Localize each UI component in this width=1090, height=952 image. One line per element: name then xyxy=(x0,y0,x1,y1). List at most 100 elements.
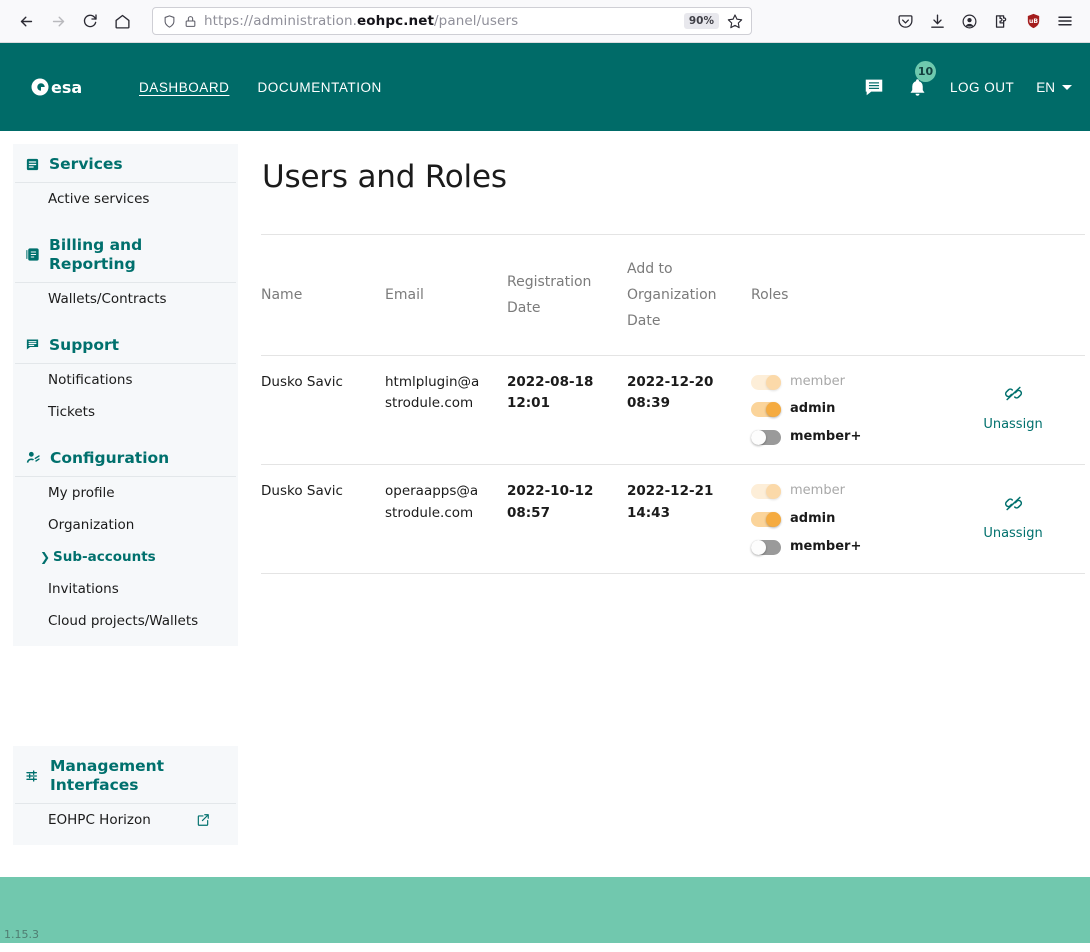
toggle-knob xyxy=(766,511,781,527)
forward-button[interactable] xyxy=(42,5,74,37)
role-toggle-admin[interactable]: admin xyxy=(751,509,941,530)
table-header-row: Name Email Registration Date Add to Orga… xyxy=(261,235,1085,356)
browser-actions: uB xyxy=(890,6,1080,36)
sliders-settings-icon xyxy=(25,768,41,784)
broken-link-icon xyxy=(1003,494,1024,521)
cell-roles: member admin member+ xyxy=(751,464,949,575)
main-content: Users and Roles Name Email Registration … xyxy=(238,131,1090,877)
pocket-icon[interactable] xyxy=(890,6,920,36)
sidebar-card-management: Management Interfaces EOHPC Horizon xyxy=(13,746,238,845)
notification-bell[interactable]: 10 xyxy=(907,60,936,99)
configuration-user-icon xyxy=(25,450,41,466)
account-circle-icon[interactable] xyxy=(954,6,984,36)
toggle-switch[interactable] xyxy=(751,374,781,390)
chevron-right-icon: ❯ xyxy=(40,550,51,565)
sidebar-item-sub-accounts[interactable]: ❯ Sub-accounts xyxy=(13,541,238,573)
toggle-knob xyxy=(766,402,781,418)
hamburger-menu-icon[interactable] xyxy=(1050,6,1080,36)
sidebar-item-label: Sub-accounts xyxy=(53,549,156,566)
extension-puzzle-icon[interactable] xyxy=(986,6,1016,36)
broken-link-icon xyxy=(1003,384,1024,411)
padlock-icon[interactable] xyxy=(184,15,197,28)
sidebar-section-configuration[interactable]: Configuration xyxy=(15,438,236,478)
role-toggle-member[interactable]: member xyxy=(751,372,941,393)
star-icon[interactable] xyxy=(725,11,745,31)
sidebar-item-label: EOHPC Horizon xyxy=(48,811,151,828)
cell-add-to-organization-date: 2022-12-20 08:39 xyxy=(627,355,751,466)
tracking-shield-icon[interactable] xyxy=(162,14,177,29)
sidebar-card-main: Services Active services Billing and Rep… xyxy=(13,144,238,647)
sidebar-section-title: Services xyxy=(49,155,123,173)
zoom-level-badge[interactable]: 90% xyxy=(683,13,719,29)
role-label: admin xyxy=(790,510,836,526)
external-link-icon xyxy=(196,813,210,827)
unassign-button[interactable]: Unassign xyxy=(983,494,1043,545)
role-label: member+ xyxy=(790,538,862,554)
chat-bubble-icon[interactable] xyxy=(863,76,885,98)
role-toggle-member-plus[interactable]: member+ xyxy=(751,427,941,448)
toggle-switch[interactable] xyxy=(751,483,781,499)
home-button[interactable] xyxy=(106,5,138,37)
sidebar-section-billing[interactable]: Billing and Reporting xyxy=(15,225,236,283)
sidebar-item-active-services[interactable]: Active services xyxy=(13,183,238,215)
cell-roles: member admin member+ xyxy=(751,355,949,466)
sidebar-section-title: Billing and Reporting xyxy=(49,236,143,273)
sidebar-item-my-profile[interactable]: My profile xyxy=(13,477,238,509)
users-and-roles-table: Name Email Registration Date Add to Orga… xyxy=(261,235,1085,575)
role-toggle-member[interactable]: member xyxy=(751,481,941,502)
role-label: member+ xyxy=(790,429,862,445)
back-button[interactable] xyxy=(10,5,42,37)
toggle-switch[interactable] xyxy=(751,430,781,446)
cell-add-to-organization-date: 2022-12-21 14:43 xyxy=(627,464,751,575)
role-toggle-member-plus[interactable]: member+ xyxy=(751,537,941,558)
cell-registration-date: 2022-10-12 08:57 xyxy=(507,464,627,575)
toggle-knob xyxy=(766,483,781,499)
sidebar-section-support[interactable]: Support xyxy=(15,325,236,365)
sidebar-section-management-interfaces[interactable]: Management Interfaces xyxy=(15,746,236,804)
url-domain: eohpc.net xyxy=(357,13,435,29)
sidebar-section-services[interactable]: Services xyxy=(15,144,236,184)
url-bar[interactable]: https://administration.eohpc.net/panel/u… xyxy=(152,7,752,35)
column-header-name: Name xyxy=(261,235,385,356)
reload-button[interactable] xyxy=(74,5,106,37)
unassign-button[interactable]: Unassign xyxy=(983,384,1043,435)
esa-logo[interactable]: esa xyxy=(30,74,96,100)
nav-link-documentation[interactable]: DOCUMENTATION xyxy=(256,77,382,98)
header-actions: 10 LOG OUT EN xyxy=(863,60,1072,99)
table-row: Dusko Savic htmlplugin@astrodule.com 202… xyxy=(261,355,1085,466)
cell-name: Dusko Savic xyxy=(261,464,385,575)
cell-email: operaapps@astrodule.com xyxy=(385,464,507,575)
sidebar-item-wallets-contracts[interactable]: Wallets/Contracts xyxy=(13,283,238,315)
url-suffix: /panel/users xyxy=(434,13,519,29)
toggle-switch[interactable] xyxy=(751,539,781,555)
column-header-actions xyxy=(949,235,1085,356)
table-body: Dusko Savic htmlplugin@astrodule.com 202… xyxy=(261,355,1085,575)
language-value: EN xyxy=(1036,79,1055,95)
download-icon[interactable] xyxy=(922,6,952,36)
role-toggle-admin[interactable]: admin xyxy=(751,399,941,420)
ublock-shield-icon[interactable]: uB xyxy=(1018,6,1048,36)
billing-book-icon xyxy=(25,247,40,262)
sidebar-item-eohpc-horizon[interactable]: EOHPC Horizon xyxy=(13,804,238,836)
page-body: Services Active services Billing and Rep… xyxy=(0,131,1090,877)
browser-toolbar: https://administration.eohpc.net/panel/u… xyxy=(0,0,1090,43)
logout-button[interactable]: LOG OUT xyxy=(950,80,1014,95)
cell-actions: Unassign xyxy=(949,464,1085,575)
sidebar-item-notifications[interactable]: Notifications xyxy=(13,364,238,396)
sidebar-item-invitations[interactable]: Invitations xyxy=(13,573,238,605)
url-prefix: https://administration. xyxy=(204,13,358,29)
version-label: 1.15.3 xyxy=(4,928,39,941)
nav-link-dashboard[interactable]: DASHBOARD xyxy=(138,77,230,98)
toggle-switch[interactable] xyxy=(751,511,781,527)
role-label: admin xyxy=(790,401,836,417)
url-text[interactable]: https://administration.eohpc.net/panel/u… xyxy=(204,13,684,29)
toggle-switch[interactable] xyxy=(751,402,781,418)
language-selector[interactable]: EN xyxy=(1036,80,1072,95)
table-header: Name Email Registration Date Add to Orga… xyxy=(261,235,1085,356)
sidebar-item-cloud-projects-wallets[interactable]: Cloud projects/Wallets xyxy=(13,605,238,637)
main-nav: DASHBOARD DOCUMENTATION xyxy=(138,77,383,98)
sidebar-section-title: Management Interfaces xyxy=(50,757,165,794)
sidebar-item-organization[interactable]: Organization xyxy=(13,509,238,541)
toggle-knob xyxy=(751,430,766,446)
sidebar-item-tickets[interactable]: Tickets xyxy=(13,396,238,428)
